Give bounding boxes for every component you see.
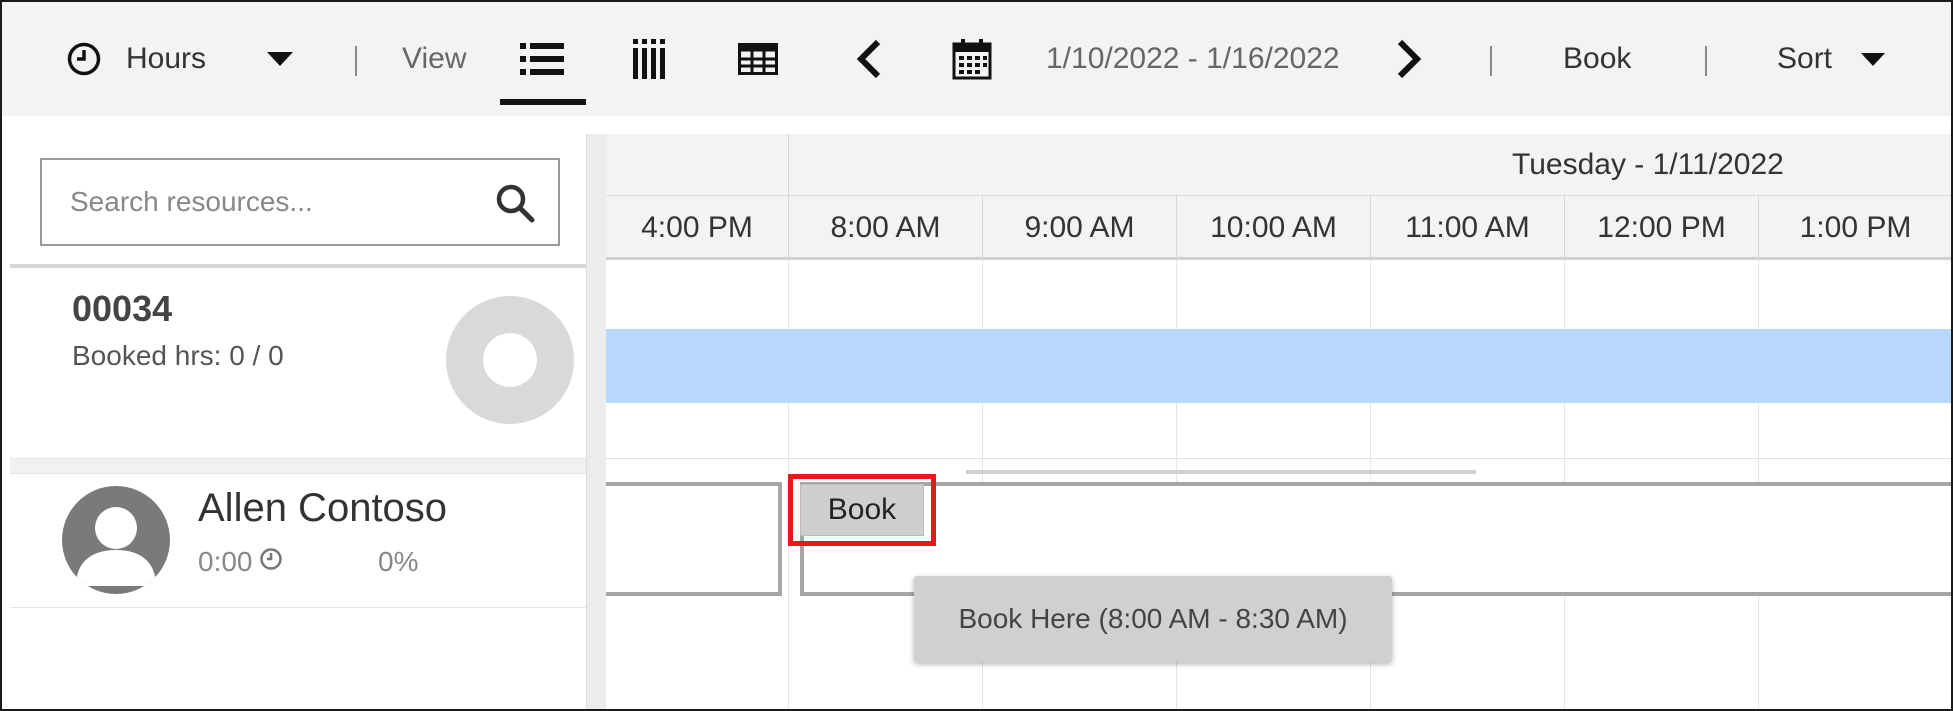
schedule-grid: Tuesday - 1/11/2022 4:00 PM 8:00 AM 9:00… <box>606 134 1951 709</box>
active-view-indicator <box>500 99 586 105</box>
date-range-label[interactable]: 1/10/2022 - 1/16/2022 <box>1046 2 1340 116</box>
booking-strip <box>966 470 1476 474</box>
time-column-header: 1:00 PM <box>1758 196 1951 260</box>
resource-time: 0:00 <box>198 546 283 578</box>
resource-panel: 00034 Booked hrs: 0 / 0 Allen Contoso 0:… <box>10 134 586 709</box>
book-tooltip: Book Here (8:00 AM - 8:30 AM) <box>914 576 1392 662</box>
clock-small-icon <box>259 546 283 578</box>
time-column-header: 10:00 AM <box>1176 196 1370 260</box>
search-input[interactable] <box>42 186 462 218</box>
time-header: 4:00 PM 8:00 AM 9:00 AM 10:00 AM 11:00 A… <box>606 196 1951 260</box>
toolbar-divider <box>1490 46 1492 76</box>
row-separator <box>10 458 586 474</box>
time-column-header: 8:00 AM <box>788 196 982 260</box>
day-label: Tuesday - 1/11/2022 <box>1512 148 1784 181</box>
resource-row[interactable]: Allen Contoso 0:00 0% <box>10 474 586 608</box>
clock-icon[interactable] <box>66 2 102 116</box>
book-slot-button[interactable]: Book <box>800 484 924 536</box>
sort-dropdown-icon[interactable] <box>1860 2 1886 116</box>
toolbar: Hours View 1/10/2022 - 1/16/2022 Book So… <box>2 2 1951 116</box>
resource-percent: 0% <box>378 546 419 577</box>
search-icon[interactable] <box>494 182 536 229</box>
time-column-header: 11:00 AM <box>1370 196 1564 260</box>
time-column-header: 12:00 PM <box>1564 196 1758 260</box>
avatar <box>62 486 170 594</box>
search-box[interactable] <box>40 158 560 246</box>
hours-label[interactable]: Hours <box>126 2 206 116</box>
resource-row[interactable]: 00034 Booked hrs: 0 / 0 <box>10 268 586 458</box>
previous-week-icon[interactable] <box>854 2 882 116</box>
time-slot[interactable] <box>606 482 782 596</box>
availability-bar <box>606 329 1951 403</box>
resource-name: 00034 <box>72 288 173 329</box>
book-toolbar-button[interactable]: Book <box>1563 2 1631 116</box>
panel-splitter[interactable] <box>586 134 606 709</box>
resource-name: Allen Contoso <box>198 486 448 530</box>
view-label: View <box>402 42 467 75</box>
toolbar-divider <box>355 46 357 76</box>
hours-dropdown-icon[interactable] <box>266 2 294 116</box>
next-week-icon[interactable] <box>1396 2 1424 116</box>
toolbar-divider <box>1705 46 1707 76</box>
schedule-board: Hours View 1/10/2022 - 1/16/2022 Book So… <box>0 0 1953 711</box>
booked-hours-text: Booked hrs: 0 / 0 <box>72 340 284 371</box>
table-view-icon[interactable] <box>738 2 778 116</box>
sort-button[interactable]: Sort <box>1777 2 1832 116</box>
time-column-header: 9:00 AM <box>982 196 1176 260</box>
resource-time-value: 0:00 <box>198 546 253 577</box>
time-column-header: 4:00 PM <box>641 211 753 244</box>
day-header: Tuesday - 1/11/2022 <box>606 134 1951 196</box>
calendar-icon[interactable] <box>952 2 992 116</box>
vertical-view-icon[interactable] <box>632 2 668 116</box>
utilization-donut <box>446 296 574 424</box>
